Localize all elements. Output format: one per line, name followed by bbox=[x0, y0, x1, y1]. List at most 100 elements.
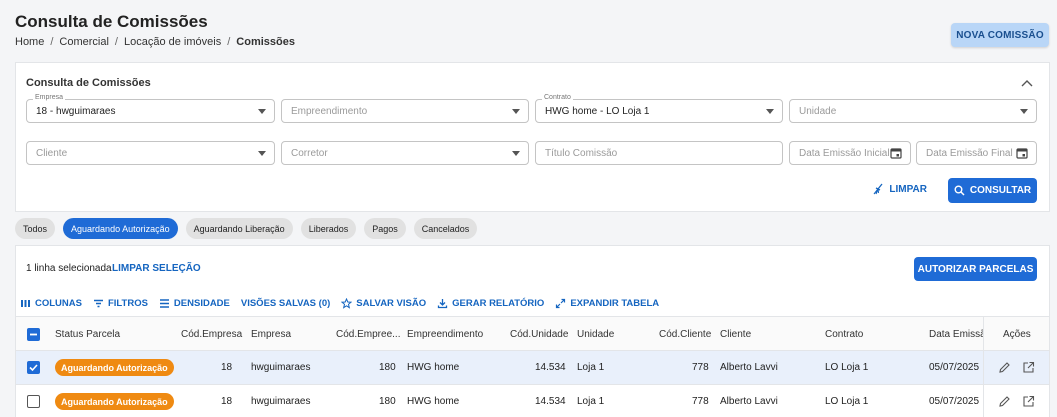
breadcrumb-comercial[interactable]: Comercial bbox=[59, 36, 109, 48]
titulo-comissao-input[interactable]: Título Comissão bbox=[535, 141, 783, 165]
indeterminate-icon bbox=[30, 333, 37, 336]
column-cod-unidade[interactable]: Cód.Unidade bbox=[510, 329, 568, 340]
column-cod-cliente[interactable]: Cód.Cliente bbox=[659, 329, 711, 340]
column-empresa[interactable]: Empresa bbox=[251, 329, 291, 340]
breadcrumb-separator: / bbox=[114, 36, 118, 48]
filter-panel: Consulta de Comissões Empresa 18 - hwgui… bbox=[15, 62, 1050, 212]
saved-views-label: VISÕES SALVAS (0) bbox=[240, 298, 331, 309]
search-icon bbox=[954, 185, 965, 196]
selection-count: 1 linha selecionada bbox=[26, 263, 112, 274]
cell-cod-empresa: 18 bbox=[221, 362, 233, 373]
breadcrumb: Home / Comercial / Locação de imóveis / … bbox=[15, 36, 295, 48]
filters-label: FILTROS bbox=[107, 298, 148, 309]
edit-pencil-icon[interactable] bbox=[998, 361, 1011, 374]
density-label: DENSIDADE bbox=[173, 298, 230, 309]
contrato-select[interactable]: Contrato HWG home - LO Loja 1 bbox=[535, 94, 783, 123]
actions-header-cell: Ações bbox=[983, 317, 1049, 350]
tab-pagos[interactable]: Pagos bbox=[364, 218, 406, 239]
broom-icon bbox=[873, 183, 883, 195]
edit-pencil-icon[interactable] bbox=[998, 395, 1011, 408]
page-title: Consulta de Comissões bbox=[15, 12, 208, 31]
cell-cod-unidade: 14.534 bbox=[535, 396, 566, 407]
data-final-placeholder: Data Emissão Final bbox=[926, 148, 1013, 159]
tab-cancelados[interactable]: Cancelados bbox=[413, 218, 478, 239]
tab-aguardando-liberacao[interactable]: Aguardando Liberação bbox=[185, 218, 293, 239]
cell-unidade: Loja 1 bbox=[577, 362, 605, 373]
row-checkbox[interactable] bbox=[27, 395, 40, 408]
breadcrumb-locacao[interactable]: Locação de imóveis bbox=[124, 36, 221, 48]
generate-report-button[interactable]: GERAR RELATÓRIO bbox=[437, 298, 544, 309]
data-emissao-final-input[interactable]: Data Emissão Final bbox=[916, 141, 1037, 165]
cell-unidade: Loja 1 bbox=[577, 396, 605, 407]
contrato-value: HWG home - LO Loja 1 bbox=[545, 106, 650, 117]
table-row[interactable]: Aguardando Autorização 18 hwguimaraes 18… bbox=[16, 385, 1049, 417]
authorize-installments-button[interactable]: AUTORIZAR PARCELAS bbox=[914, 257, 1037, 281]
filters-button[interactable]: FILTROS bbox=[93, 298, 148, 309]
column-cliente[interactable]: Cliente bbox=[720, 329, 751, 340]
status-badge: Aguardando Autorização bbox=[55, 393, 174, 410]
column-cod-empresa[interactable]: Cód.Empresa bbox=[181, 329, 242, 340]
generate-report-label: GERAR RELATÓRIO bbox=[452, 298, 545, 309]
tab-liberados[interactable]: Liberados bbox=[300, 218, 357, 239]
check-icon bbox=[29, 364, 38, 372]
column-empreendimento[interactable]: Empreendimento bbox=[407, 329, 483, 340]
tab-todos[interactable]: Todos bbox=[15, 218, 56, 239]
dropdown-arrow-icon bbox=[766, 109, 774, 114]
cell-cliente: Alberto Lavvi bbox=[720, 362, 778, 373]
cell-contrato: LO Loja 1 bbox=[825, 396, 869, 407]
search-button[interactable]: CONSULTAR bbox=[948, 178, 1037, 203]
cell-empreendimento: HWG home bbox=[407, 396, 460, 407]
column-unidade[interactable]: Unidade bbox=[577, 329, 614, 340]
breadcrumb-separator: / bbox=[227, 36, 231, 48]
corretor-select[interactable]: Corretor bbox=[281, 141, 529, 165]
empresa-select[interactable]: Empresa 18 - hwguimaraes bbox=[26, 94, 275, 123]
density-button[interactable]: DENSIDADE bbox=[159, 298, 230, 309]
data-emissao-inicial-input[interactable]: Data Emissão Inicial bbox=[789, 141, 911, 165]
empreendimento-select[interactable]: Empreendimento bbox=[281, 99, 529, 123]
cell-cod-unidade: 14.534 bbox=[535, 362, 566, 373]
cliente-select[interactable]: Cliente bbox=[26, 141, 275, 165]
expand-table-button[interactable]: EXPANDIR TABELA bbox=[555, 298, 659, 309]
row-checkbox[interactable] bbox=[27, 361, 40, 374]
filter-panel-title: Consulta de Comissões bbox=[26, 77, 151, 89]
chevron-up-icon[interactable] bbox=[1021, 79, 1033, 87]
actions-cell bbox=[983, 351, 1049, 384]
cell-contrato: LO Loja 1 bbox=[825, 362, 869, 373]
expand-table-label: EXPANDIR TABELA bbox=[570, 298, 660, 309]
cell-empreendimento: HWG home bbox=[407, 362, 460, 373]
dropdown-arrow-icon bbox=[258, 151, 266, 156]
cell-cliente: Alberto Lavvi bbox=[720, 396, 778, 407]
clear-filters-button[interactable]: LIMPAR bbox=[872, 183, 927, 195]
saved-views-button[interactable]: VISÕES SALVAS (0) bbox=[241, 298, 330, 309]
columns-icon bbox=[21, 300, 30, 307]
clear-selection-link[interactable]: LIMPAR SELEÇÃO bbox=[112, 263, 201, 274]
breadcrumb-home[interactable]: Home bbox=[15, 36, 44, 48]
save-view-button[interactable]: SALVAR VISÃO bbox=[341, 298, 426, 309]
new-commission-button[interactable]: NOVA COMISSÃO bbox=[951, 23, 1049, 47]
column-data-emissao[interactable]: Data Emissão bbox=[929, 329, 991, 340]
open-external-icon[interactable] bbox=[1022, 361, 1035, 374]
columns-button[interactable]: COLUNAS bbox=[20, 298, 82, 309]
column-cod-empreendimento[interactable]: Cód.Empree... bbox=[336, 329, 400, 340]
star-icon bbox=[341, 298, 353, 309]
grid-toolbar: COLUNAS FILTROS DENSIDADE VISÕES SALVAS … bbox=[20, 298, 659, 309]
empresa-label: Empresa bbox=[33, 94, 66, 101]
calendar-icon[interactable] bbox=[890, 147, 902, 159]
unidade-placeholder: Unidade bbox=[799, 106, 837, 117]
dropdown-arrow-icon bbox=[1020, 109, 1028, 114]
select-all-checkbox[interactable] bbox=[27, 328, 40, 341]
clear-filters-label: LIMPAR bbox=[889, 183, 927, 195]
unidade-select[interactable]: Unidade bbox=[789, 99, 1037, 123]
save-view-label: SALVAR VISÃO bbox=[356, 298, 427, 309]
table-row[interactable]: Aguardando Autorização 18 hwguimaraes 18… bbox=[16, 351, 1049, 385]
column-status[interactable]: Status Parcela bbox=[55, 329, 120, 340]
column-contrato[interactable]: Contrato bbox=[825, 329, 863, 340]
open-external-icon[interactable] bbox=[1022, 395, 1035, 408]
empresa-value: 18 - hwguimaraes bbox=[36, 106, 116, 117]
dropdown-arrow-icon bbox=[512, 109, 520, 114]
tab-aguardando-autorizacao[interactable]: Aguardando Autorização bbox=[63, 218, 178, 239]
calendar-icon[interactable] bbox=[1016, 147, 1028, 159]
cliente-placeholder: Cliente bbox=[36, 148, 68, 159]
status-tabs: Todos Aguardando Autorização Aguardando … bbox=[15, 218, 478, 239]
expand-icon bbox=[556, 298, 566, 309]
